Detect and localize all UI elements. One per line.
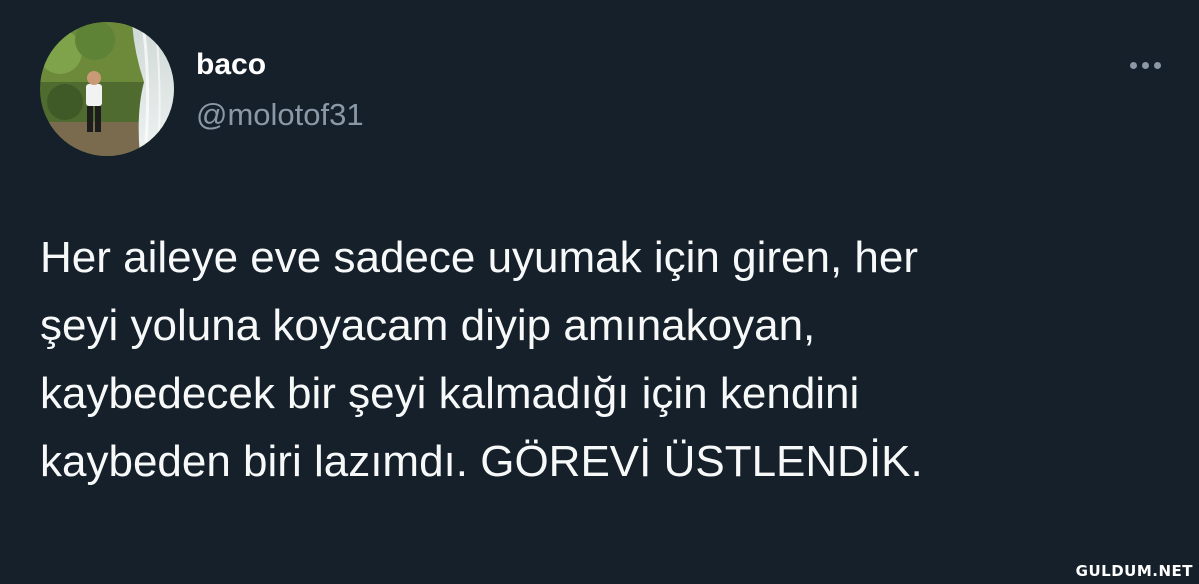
- display-name[interactable]: baco: [196, 45, 266, 85]
- tweet-card: baco @molotof31 Her aileye eve sadece uy…: [0, 0, 1199, 584]
- more-options-button[interactable]: [1120, 50, 1170, 80]
- watermark: GULDUM.NET: [1075, 562, 1193, 580]
- user-handle[interactable]: @molotof31: [196, 95, 364, 135]
- avatar[interactable]: [40, 22, 174, 156]
- avatar-photo: [40, 22, 174, 156]
- tweet-text: Her aileye eve sadece uyumak için giren,…: [40, 233, 923, 486]
- ellipsis-icon: [1141, 61, 1149, 69]
- ellipsis-icon: [1153, 61, 1161, 69]
- ellipsis-icon: [1129, 61, 1137, 69]
